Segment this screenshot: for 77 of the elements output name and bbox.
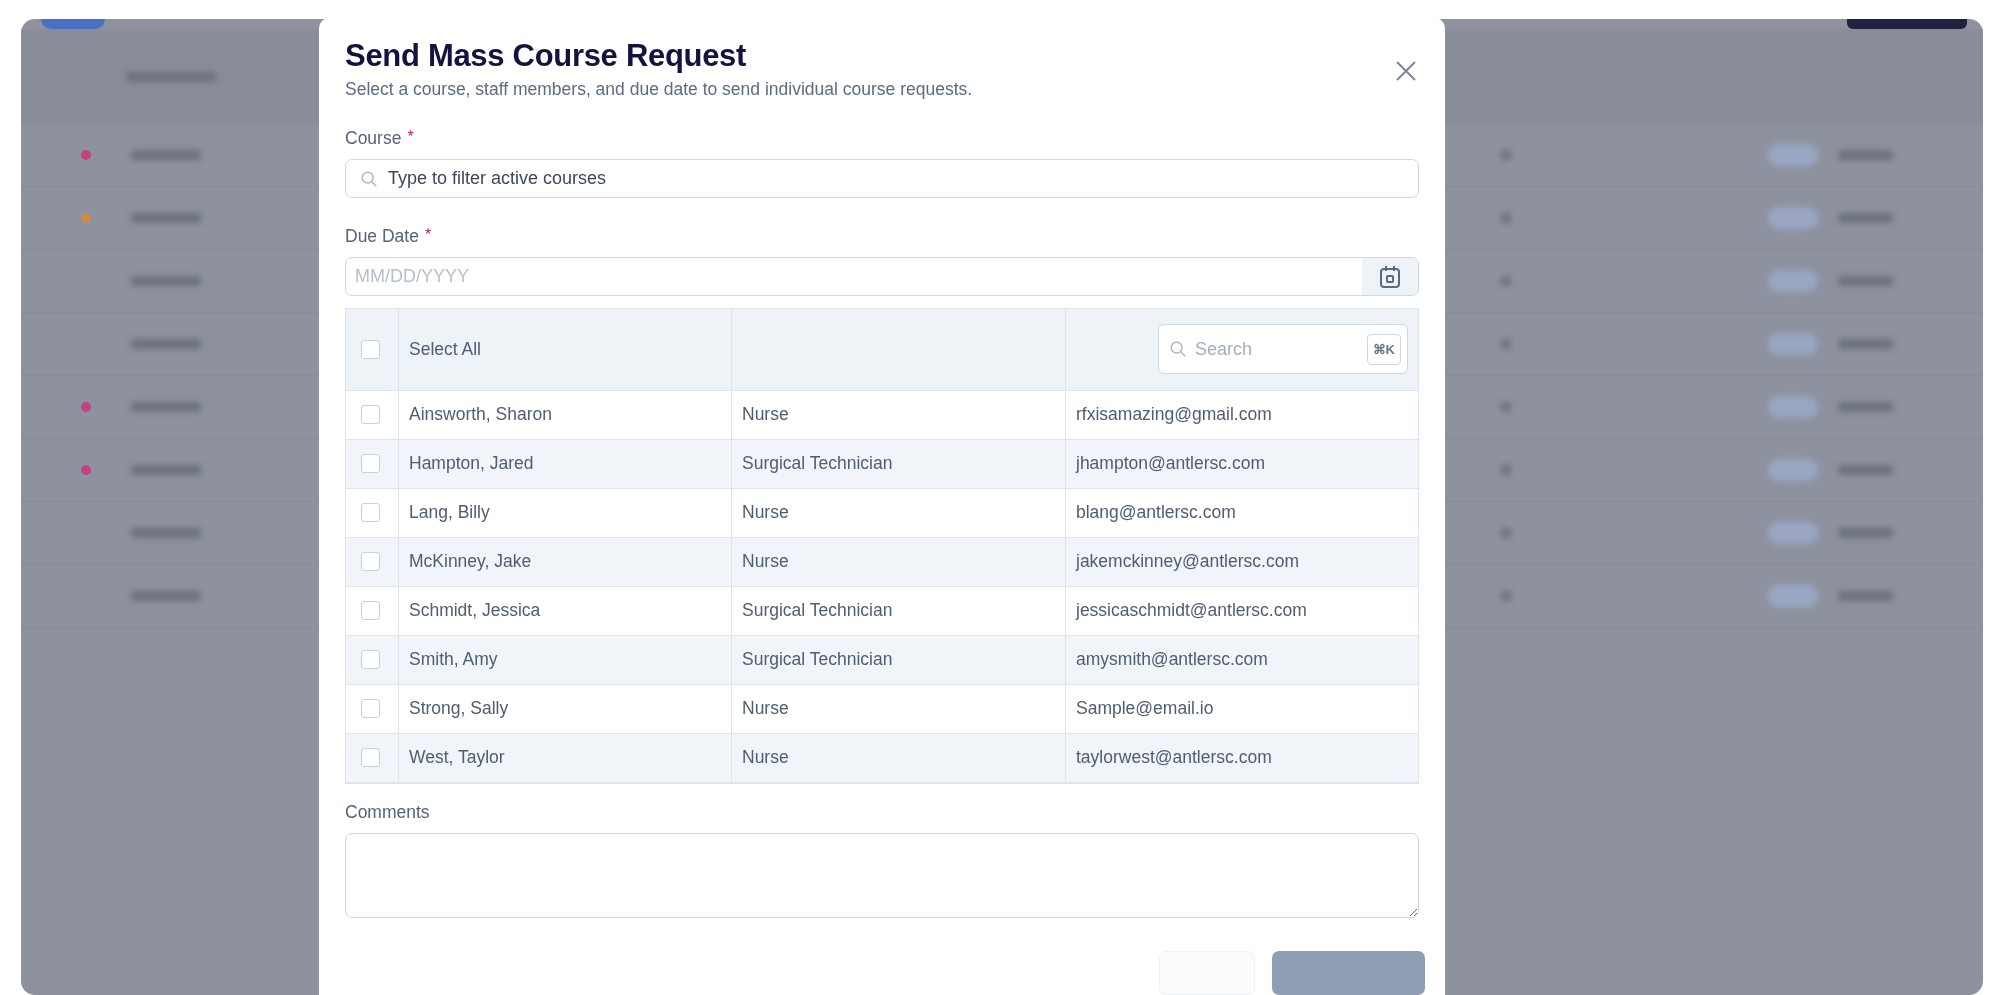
blurred-text xyxy=(1838,402,1893,412)
staff-role: Nurse xyxy=(742,404,789,426)
shortcut-hint: ⌘K xyxy=(1366,333,1401,365)
staff-name: Hampton, Jared xyxy=(409,453,534,475)
search-field[interactable]: Search ⌘K xyxy=(1158,324,1408,375)
staff-email: rfxisamazing@gmail.com xyxy=(1076,404,1272,426)
blurred-pill xyxy=(1768,459,1818,481)
search-icon xyxy=(1169,340,1187,359)
blurred-text xyxy=(131,339,201,349)
staff-name: Ainsworth, Sharon xyxy=(409,404,552,426)
blurred-text xyxy=(131,402,201,412)
staff-email: Sample@email.io xyxy=(1076,698,1214,720)
dialog-subtitle: Select a course, staff members, and due date to send individual course requests. xyxy=(345,79,973,100)
staff-role: Surgical Technician xyxy=(742,600,893,622)
staff-role: Nurse xyxy=(742,698,789,720)
blurred-text xyxy=(1838,276,1893,286)
calendar-icon xyxy=(1379,264,1401,289)
primary-button[interactable] xyxy=(1272,951,1425,995)
checkbox[interactable] xyxy=(361,748,380,768)
calendar-button[interactable] xyxy=(1362,258,1418,295)
staff-name: McKinney, Jake xyxy=(409,551,532,573)
comments-field[interactable] xyxy=(345,832,1419,918)
staff-name: Smith, Amy xyxy=(409,649,498,671)
blurred-text xyxy=(131,591,201,601)
blurred-text xyxy=(1838,591,1893,601)
staff-role: Nurse xyxy=(742,747,789,769)
field-label: Course xyxy=(345,128,402,149)
staff-email: blang@antlersc.com xyxy=(1076,502,1236,524)
field-label: Comments xyxy=(345,801,431,823)
blurred-text xyxy=(1838,465,1893,475)
blurred-pill xyxy=(1768,522,1818,544)
blurred-pill xyxy=(1768,207,1818,229)
checkbox[interactable] xyxy=(361,405,380,425)
dialog-title: Send Mass Course Request xyxy=(345,38,748,74)
checkbox[interactable] xyxy=(361,454,380,474)
blurred-text xyxy=(1838,150,1893,160)
staff-email: amysmith@antlersc.com xyxy=(1076,649,1268,671)
blurred-pill xyxy=(1768,585,1818,607)
blurred-text xyxy=(131,150,201,160)
course-field[interactable]: Type to filter active courses xyxy=(345,159,1419,199)
staff-email: taylorwest@antlersc.com xyxy=(1076,747,1272,769)
staff-role: Nurse xyxy=(742,502,789,524)
blurred-text xyxy=(131,465,201,475)
checkbox[interactable] xyxy=(361,601,380,621)
staff-email: jhampton@antlersc.com xyxy=(1076,453,1265,475)
blurred-text xyxy=(1838,528,1893,538)
staff-email: jessicaschmidt@antlersc.com xyxy=(1076,600,1307,622)
course-input[interactable]: Type to filter active courses xyxy=(386,167,1418,191)
blurred-pill xyxy=(1768,396,1818,418)
staff-role: Surgical Technician xyxy=(742,453,893,475)
select-all-label: Select All xyxy=(409,338,481,360)
staff-name: West, Taylor xyxy=(409,747,505,769)
staff-name: Schmidt, Jessica xyxy=(409,600,541,622)
staff-role: Nurse xyxy=(742,551,789,573)
checkbox[interactable] xyxy=(361,650,380,670)
checkbox[interactable] xyxy=(361,339,380,359)
search-input[interactable]: Search xyxy=(1193,337,1361,361)
checkbox[interactable] xyxy=(361,503,380,523)
blurred-pill xyxy=(1768,270,1818,292)
search-icon xyxy=(360,169,378,188)
blurred-text xyxy=(131,276,201,286)
required-mark: * xyxy=(424,226,432,246)
blurred-text xyxy=(131,528,201,538)
checkbox[interactable] xyxy=(361,699,380,719)
blurred-pill xyxy=(1768,144,1818,166)
close-button[interactable] xyxy=(1395,60,1417,82)
blurred-pill xyxy=(1768,333,1818,355)
staff-name: Strong, Sally xyxy=(409,698,509,720)
blurred-text xyxy=(1838,213,1893,223)
staff-role: Surgical Technician xyxy=(742,649,893,671)
required-mark: * xyxy=(407,128,414,147)
blurred-text xyxy=(131,213,201,223)
staff-name: Lang, Billy xyxy=(409,502,490,524)
blurred-text xyxy=(1838,339,1893,349)
checkbox[interactable] xyxy=(361,552,380,572)
staff-email: jakemckinney@antlersc.com xyxy=(1076,551,1299,573)
field-label: Due Date xyxy=(345,226,419,248)
